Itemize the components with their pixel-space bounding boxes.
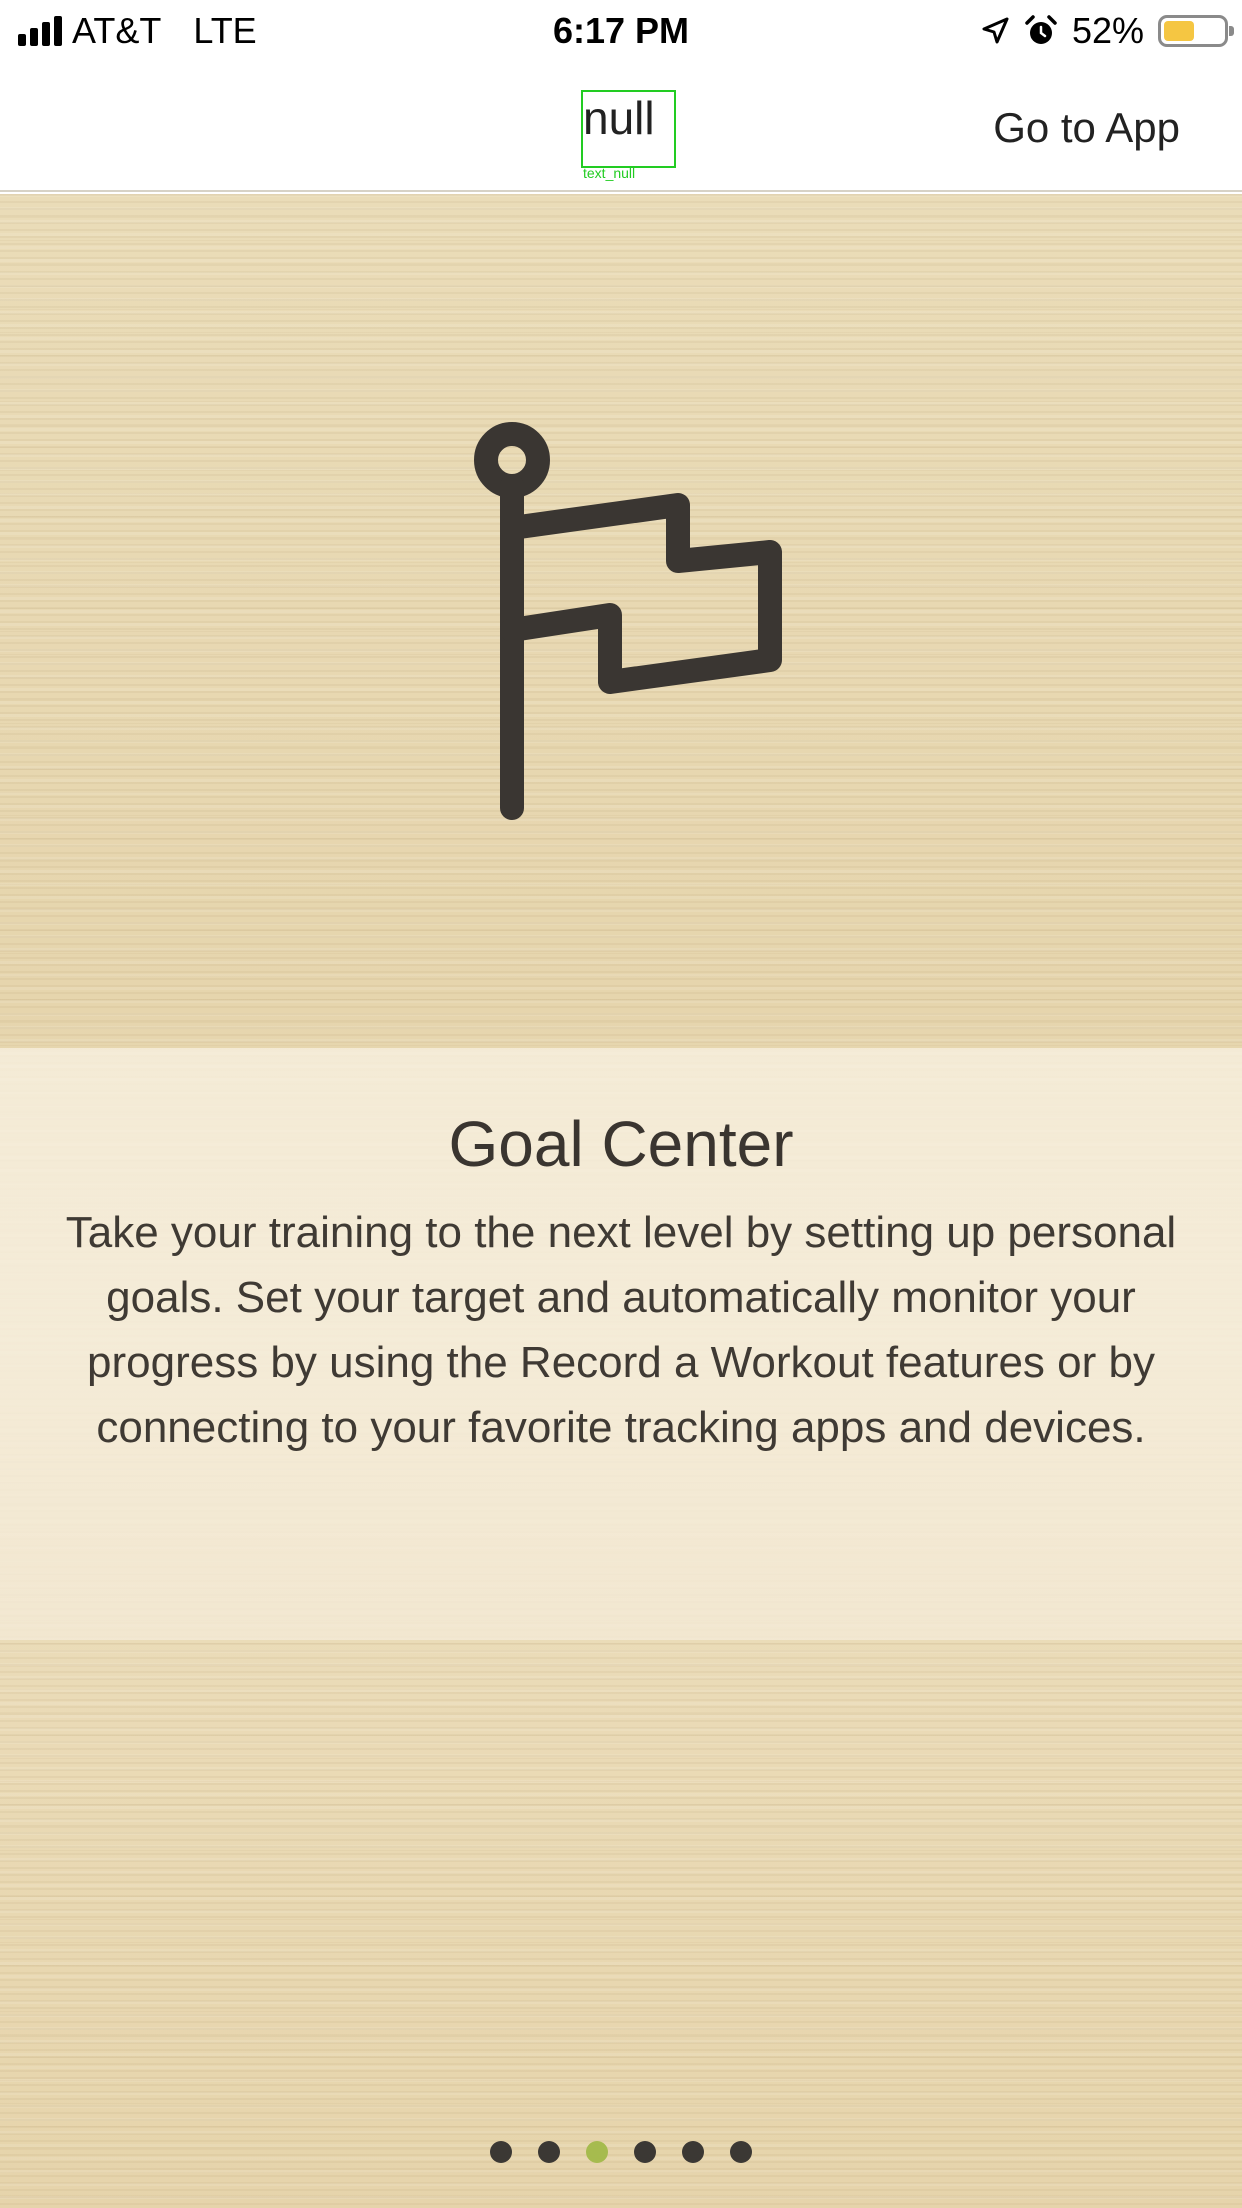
page-indicator[interactable] [0, 2141, 1242, 2163]
status-right: 52% [980, 8, 1234, 54]
nav-title: null [583, 92, 655, 144]
nav-title-annotation: text_null [583, 165, 636, 181]
status-bar: AT&T LTE 6:17 PM 52% [0, 0, 1242, 62]
slide-description: Take your training to the next level by … [65, 1208, 1177, 1452]
page-dot[interactable] [634, 2141, 656, 2163]
info-panel: Goal Center Take your training to the ne… [0, 1048, 1242, 1640]
page-dot[interactable] [490, 2141, 512, 2163]
page-dot-active[interactable] [586, 2141, 608, 2163]
go-to-app-button[interactable]: Go to App [993, 100, 1180, 156]
battery-percent: 52% [1071, 10, 1144, 51]
navigation-bar: null text_null Go to App [0, 62, 1242, 192]
slide-title: Goal Center [448, 1108, 794, 1180]
alarm-icon [1025, 15, 1057, 44]
page-dot[interactable] [730, 2141, 752, 2163]
battery-icon [1158, 15, 1234, 47]
location-arrow-icon [982, 17, 1009, 44]
page-dot[interactable] [538, 2141, 560, 2163]
page-dot[interactable] [682, 2141, 704, 2163]
flag-icon [474, 422, 782, 820]
battery-fill [1164, 21, 1195, 41]
